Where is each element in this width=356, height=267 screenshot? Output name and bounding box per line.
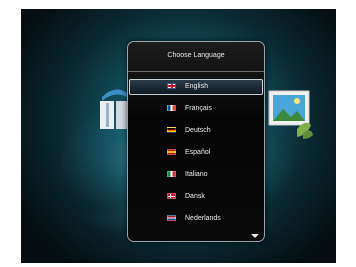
- language-item-nederlands[interactable]: Nederlands: [128, 211, 264, 233]
- scroll-down-arrow-icon[interactable]: [251, 234, 259, 238]
- dialog-title: Choose Language: [167, 52, 225, 59]
- title-divider: [128, 71, 264, 72]
- language-list: English Français Deutsch Español Italian…: [128, 79, 264, 233]
- photo-icon: [268, 90, 313, 139]
- language-label: Dansk: [185, 193, 205, 200]
- language-item-deutsch[interactable]: Deutsch: [128, 123, 264, 145]
- language-item-english[interactable]: English: [128, 79, 264, 101]
- language-label: Français: [185, 105, 212, 112]
- language-label: Español: [185, 149, 211, 156]
- italy-flag-icon: [167, 171, 176, 177]
- netherlands-flag-icon: [167, 215, 176, 221]
- choose-language-dialog: Choose Language English Français Deutsch…: [127, 41, 265, 242]
- spain-flag-icon: [167, 149, 176, 155]
- language-label: Italiano: [185, 171, 208, 178]
- language-item-francais[interactable]: Français: [128, 101, 264, 123]
- language-label: English: [185, 83, 208, 90]
- language-item-espanol[interactable]: Español: [128, 145, 264, 167]
- language-item-dansk[interactable]: Dansk: [128, 189, 264, 211]
- language-item-italiano[interactable]: Italiano: [128, 167, 264, 189]
- uk-flag-icon: [167, 83, 176, 89]
- language-label: Nederlands: [185, 215, 221, 222]
- germany-flag-icon: [167, 127, 176, 133]
- france-flag-icon: [167, 105, 176, 111]
- denmark-flag-icon: [167, 193, 176, 199]
- language-label: Deutsch: [185, 127, 211, 134]
